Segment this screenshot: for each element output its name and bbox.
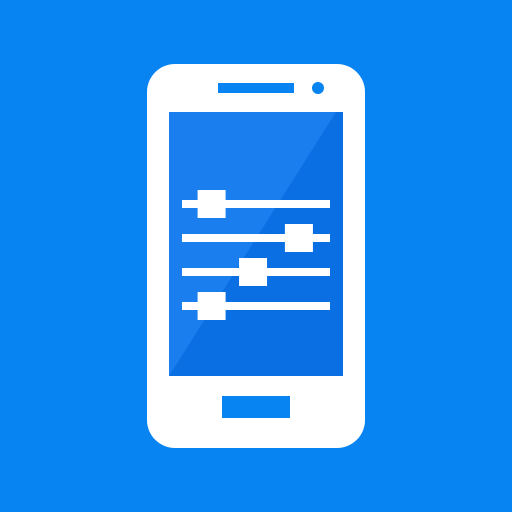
phone-home-button xyxy=(222,396,290,418)
phone-speaker-slot xyxy=(218,83,294,93)
phone-camera-dot xyxy=(312,82,324,94)
slider-3-knob xyxy=(239,258,268,286)
slider-4-knob xyxy=(197,292,226,320)
slider-1-knob xyxy=(197,190,226,218)
phone-equalizer-settings-icon[interactable] xyxy=(0,0,512,512)
slider-2-knob xyxy=(284,224,313,252)
